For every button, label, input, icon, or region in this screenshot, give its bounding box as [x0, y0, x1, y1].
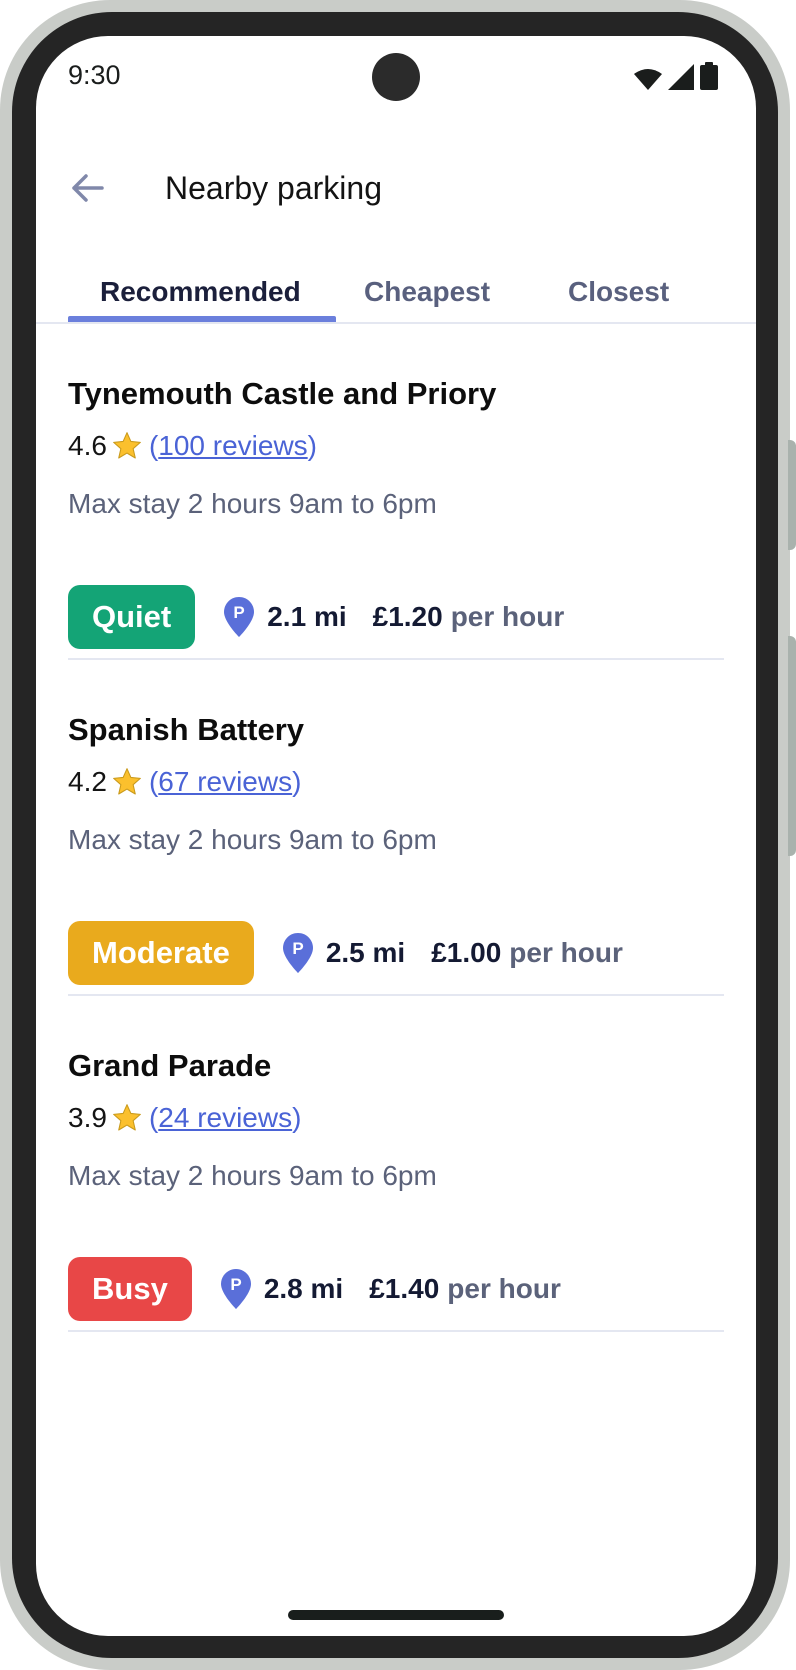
parking-list: Tynemouth Castle and Priory 4.6 (100 rev… [68, 324, 724, 1332]
paren-close: ) [292, 1102, 302, 1133]
reviews-link[interactable]: (100 reviews) [149, 430, 317, 462]
paren-close: ) [292, 766, 302, 797]
wifi-icon [634, 69, 662, 90]
rating-row: 4.6 (100 reviews) [68, 430, 317, 462]
battery-icon [700, 62, 718, 90]
tab-closest[interactable]: Closest [568, 276, 669, 308]
app-bar: Nearby parking [36, 146, 756, 226]
busyness-badge: Quiet [68, 585, 196, 649]
star-icon [113, 432, 141, 459]
parking-name: Grand Parade [68, 1048, 272, 1083]
parking-name: Tynemouth Castle and Priory [68, 376, 497, 411]
parking-card[interactable]: Grand Parade 3.9 (24 reviews) Max stay 2… [68, 996, 724, 1332]
price: £1.20 [372, 601, 443, 632]
home-gesture-bar[interactable] [288, 1610, 504, 1620]
reviews-link[interactable]: (24 reviews) [149, 1102, 302, 1134]
paren-open: ( [148, 430, 159, 461]
parking-card[interactable]: Spanish Battery 4.2 (67 reviews) Max sta… [68, 660, 724, 996]
parking-meta: Busy P 2.8 mi £1.40 per hour [68, 1257, 561, 1321]
reviews-count: 100 reviews [158, 430, 308, 461]
power-button [788, 636, 796, 856]
paren-open: ( [148, 766, 159, 797]
parking-pin-icon: P [220, 1269, 251, 1309]
price: £1.00 [431, 937, 502, 968]
rating-value: 4.6 [68, 430, 107, 461]
busyness-badge: Moderate [68, 921, 254, 985]
star-icon [113, 768, 141, 795]
parking-card[interactable]: Tynemouth Castle and Priory 4.6 (100 rev… [68, 324, 724, 660]
reviews-link[interactable]: (67 reviews) [149, 766, 302, 798]
distance: 2.8 mi [263, 1273, 344, 1304]
tab-cheapest[interactable]: Cheapest [364, 276, 490, 308]
paren-close: ) [307, 430, 317, 461]
distance: 2.5 mi [325, 937, 406, 968]
camera-cutout [372, 53, 420, 101]
price-unit: per hour [447, 1273, 561, 1304]
svg-text:P: P [292, 939, 303, 958]
screen: 9:30 Nearby parking Recommended Cheapest… [36, 36, 756, 1636]
reviews-count: 24 reviews [158, 1102, 293, 1133]
price: £1.40 [369, 1273, 440, 1304]
svg-text:P: P [230, 1275, 241, 1294]
paren-open: ( [148, 1102, 159, 1133]
parking-meta: Moderate P 2.5 mi £1.00 per hour [68, 921, 623, 985]
tab-recommended[interactable]: Recommended [100, 276, 301, 308]
status-icons [634, 62, 718, 90]
rating-row: 4.2 (67 reviews) [68, 766, 301, 798]
max-stay-text: Max stay 2 hours 9am to 6pm [68, 824, 437, 855]
volume-button [788, 440, 796, 550]
star-icon [113, 1104, 141, 1131]
arrow-left-icon [72, 174, 104, 202]
max-stay-text: Max stay 2 hours 9am to 6pm [68, 488, 437, 519]
signal-icon [668, 64, 694, 90]
distance: 2.1 mi [267, 601, 347, 632]
parking-meta: Quiet P 2.1 mi £1.20 per hour [68, 585, 564, 649]
reviews-count: 67 reviews [158, 766, 293, 797]
parking-pin-icon: P [282, 933, 313, 973]
back-button[interactable] [68, 168, 108, 208]
tab-bar: Recommended Cheapest Closest [68, 258, 756, 324]
status-time: 9:30 [68, 60, 121, 90]
price-unit: per hour [450, 601, 565, 632]
card-divider [68, 1330, 724, 1332]
svg-text:P: P [234, 603, 245, 622]
rating-value: 4.2 [68, 766, 107, 797]
page-title: Nearby parking [165, 170, 382, 206]
rating-value: 3.9 [68, 1102, 107, 1133]
max-stay-text: Max stay 2 hours 9am to 6pm [68, 1160, 437, 1191]
status-bar: 9:30 [36, 36, 756, 116]
parking-name: Spanish Battery [68, 712, 305, 747]
busyness-badge: Busy [68, 1257, 192, 1321]
price-unit: per hour [509, 937, 623, 968]
rating-row: 3.9 (24 reviews) [68, 1102, 301, 1134]
parking-pin-icon: P [224, 597, 255, 637]
